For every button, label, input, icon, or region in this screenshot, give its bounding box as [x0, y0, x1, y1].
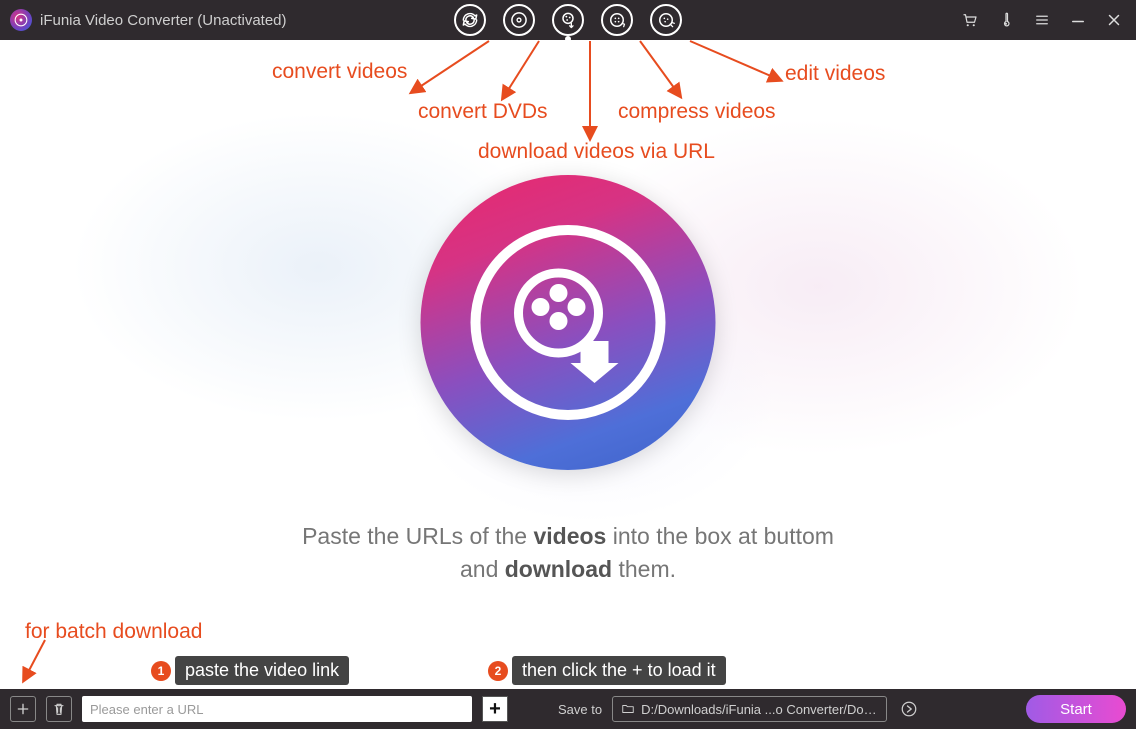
- mode-convert-dvd[interactable]: [503, 4, 535, 36]
- instr-bold2: download: [505, 556, 612, 582]
- step-tip-2: then click the + to load it: [512, 656, 726, 685]
- close-button[interactable]: [1102, 8, 1126, 32]
- open-folder-button[interactable]: [897, 697, 921, 721]
- mode-switcher: [454, 4, 682, 36]
- menu-icon[interactable]: [1030, 8, 1054, 32]
- film-reel-download-icon: [508, 263, 628, 383]
- annotation-edit: edit videos: [785, 62, 885, 86]
- app-icon: [10, 9, 32, 31]
- mode-edit[interactable]: [650, 4, 682, 36]
- annotation-convert-dvds: convert DVDs: [418, 100, 548, 124]
- instr-mid1: into the box at buttom: [606, 523, 834, 549]
- minimize-button[interactable]: [1066, 8, 1090, 32]
- hero-ring: [471, 225, 666, 420]
- instruction-text: Paste the URLs of the videos into the bo…: [168, 520, 968, 587]
- annotation-batch-download: for batch download: [25, 620, 202, 644]
- window-title: iFunia Video Converter (Unactivated): [40, 12, 287, 29]
- step-badge-2: 2: [488, 661, 508, 681]
- step-badge-1: 1: [151, 661, 171, 681]
- delete-button[interactable]: [46, 696, 72, 722]
- bottombar: + Save to D:/Downloads/iFunia ...o Conve…: [0, 689, 1136, 729]
- save-path-box[interactable]: D:/Downloads/iFunia ...o Converter/Downl…: [612, 696, 887, 722]
- folder-icon: [621, 702, 635, 716]
- instr-line2-pre: and: [460, 556, 505, 582]
- mode-compress[interactable]: [601, 4, 633, 36]
- step-tip-1: paste the video link: [175, 656, 349, 685]
- save-path-text: D:/Downloads/iFunia ...o Converter/Downl…: [641, 702, 878, 717]
- instr-bold1: videos: [533, 523, 606, 549]
- cart-icon[interactable]: [958, 8, 982, 32]
- thermometer-icon[interactable]: [994, 8, 1018, 32]
- add-file-button[interactable]: [10, 696, 36, 722]
- instr-pre1: Paste the URLs of the: [302, 523, 533, 549]
- save-to-label: Save to: [558, 702, 602, 717]
- window-controls: [958, 8, 1126, 32]
- mode-download[interactable]: [552, 4, 584, 36]
- hero-illustration: [421, 175, 716, 470]
- load-url-button[interactable]: +: [482, 696, 508, 722]
- titlebar: iFunia Video Converter (Unactivated): [0, 0, 1136, 40]
- annotation-convert-videos: convert videos: [272, 60, 407, 84]
- start-button[interactable]: Start: [1026, 695, 1126, 723]
- annotation-download-url: download videos via URL: [478, 140, 715, 164]
- instr-line2-post: them.: [612, 556, 676, 582]
- annotation-compress: compress videos: [618, 100, 776, 124]
- mode-convert-video[interactable]: [454, 4, 486, 36]
- url-input[interactable]: [82, 696, 472, 722]
- main-area: convert videos convert DVDs download vid…: [0, 40, 1136, 689]
